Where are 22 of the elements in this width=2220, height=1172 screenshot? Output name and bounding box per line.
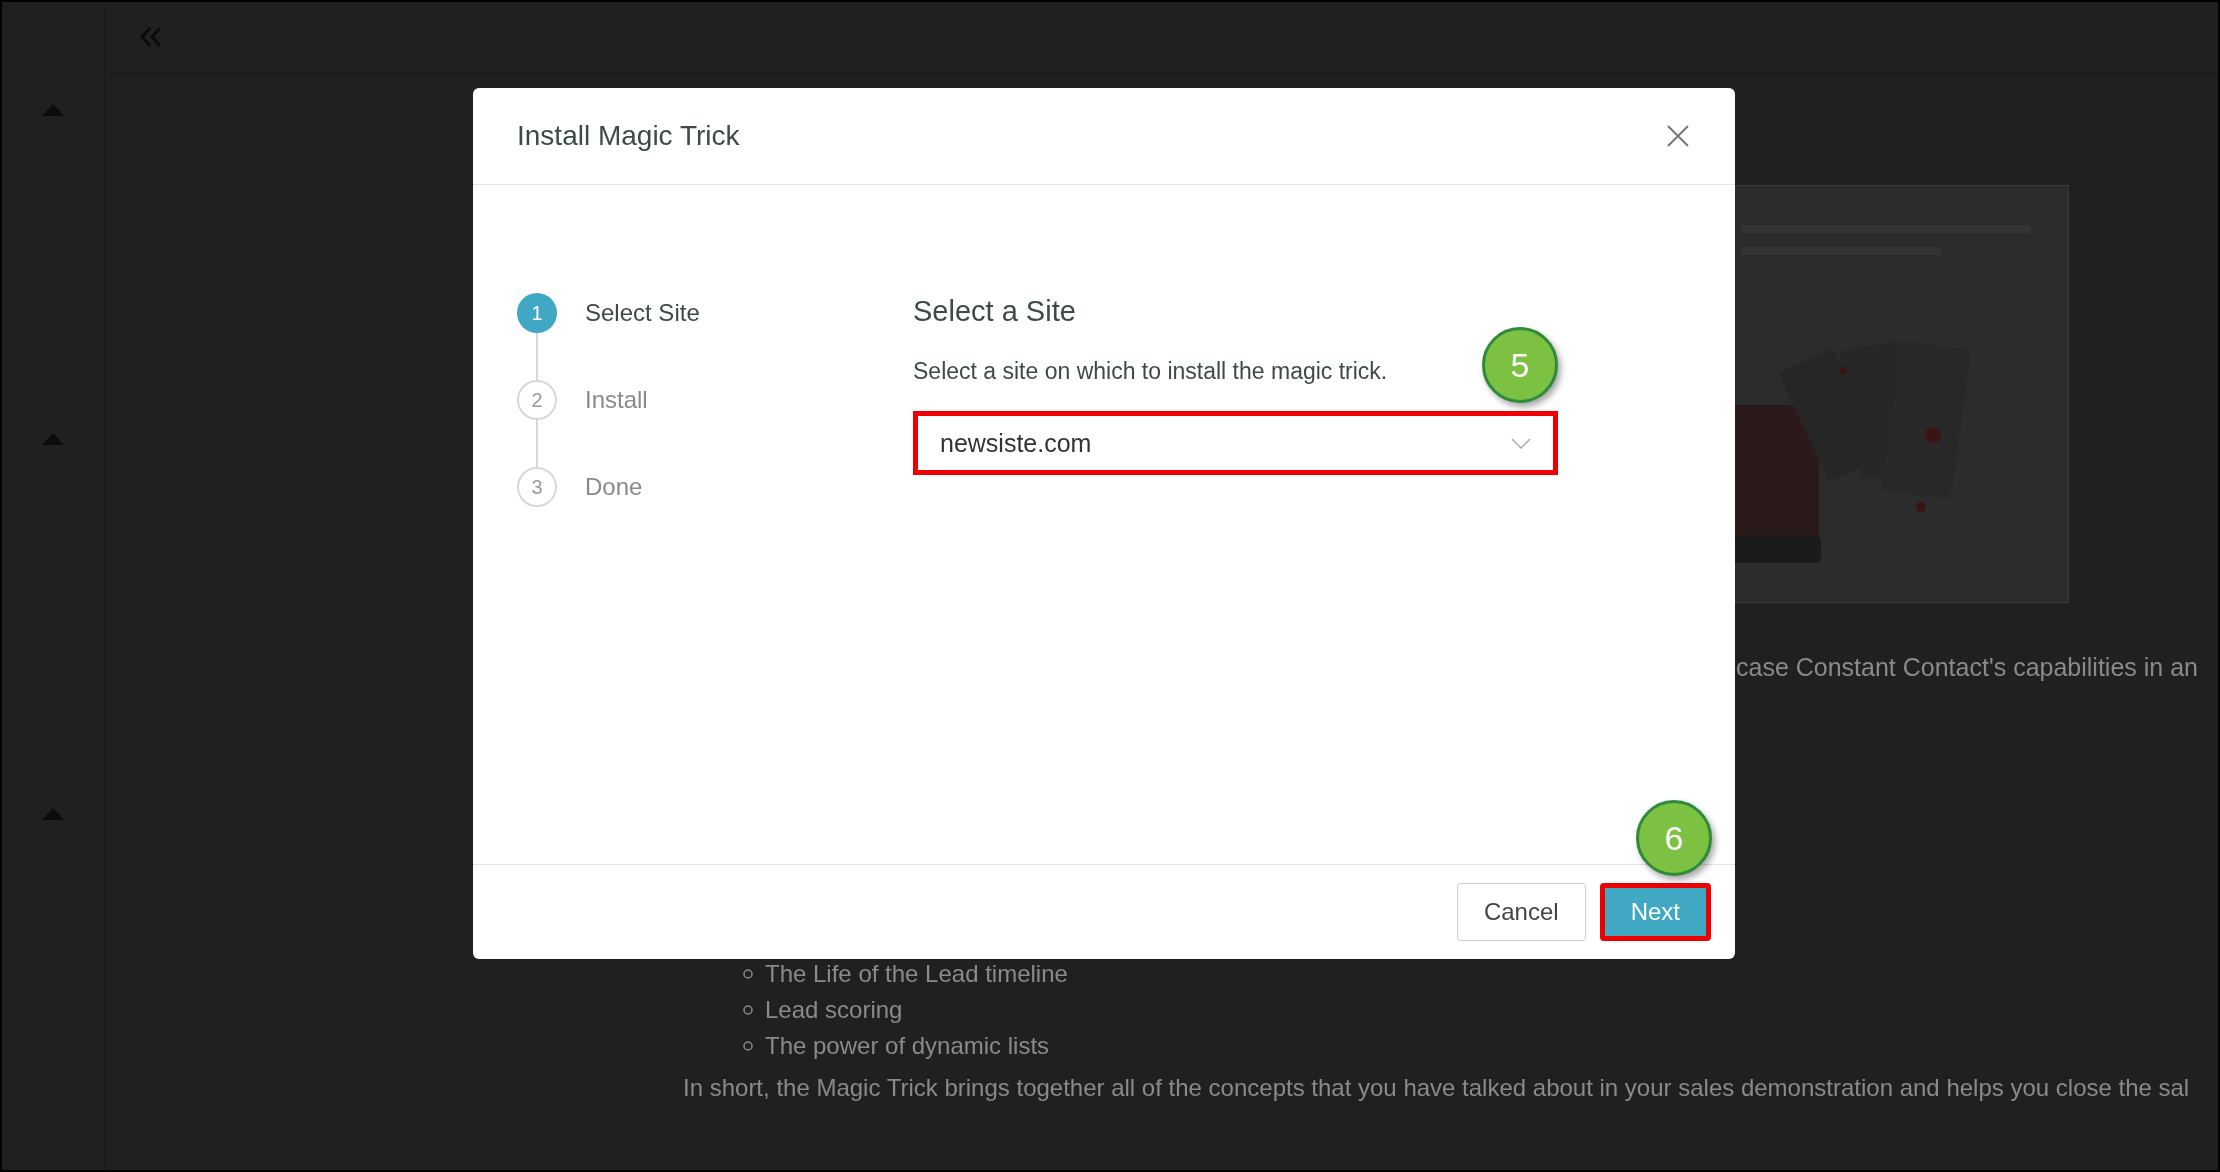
list-item: The power of dynamic lists	[765, 1032, 1050, 1060]
chevron-down-icon	[1511, 437, 1531, 449]
step-label: Select Site	[585, 299, 700, 327]
step-callout: 5	[1482, 327, 1558, 403]
cancel-button[interactable]: Cancel	[1456, 883, 1586, 941]
site-dropdown[interactable]: newsiste.com	[913, 411, 1558, 475]
step-label: Install	[585, 386, 648, 414]
section-heading: Select a Site	[913, 295, 1077, 328]
list-item: The Life of the Lead timeline	[765, 960, 1068, 988]
description: Select a site on which to install the magic trick.	[913, 358, 1388, 385]
step-callout: 6	[1636, 800, 1712, 876]
bullet-icon	[743, 1041, 753, 1051]
paragraph: In short, the Magic Trick brings together all of the concepts that you have talked about in your sales demonstration and helps you close the sal	[683, 1074, 2190, 1102]
list-item: Lead scoring	[765, 996, 903, 1024]
bullet-icon	[743, 969, 753, 979]
bullet-icon	[743, 1005, 753, 1015]
step-label: Done	[585, 473, 643, 501]
step-number: 2	[517, 380, 557, 420]
body-text: case Constant Contact's capabilities in an	[1736, 653, 2198, 682]
step-number: 3	[517, 467, 557, 507]
dialog-title: Install Magic Trick	[517, 120, 740, 152]
step-number: 1	[517, 293, 557, 333]
